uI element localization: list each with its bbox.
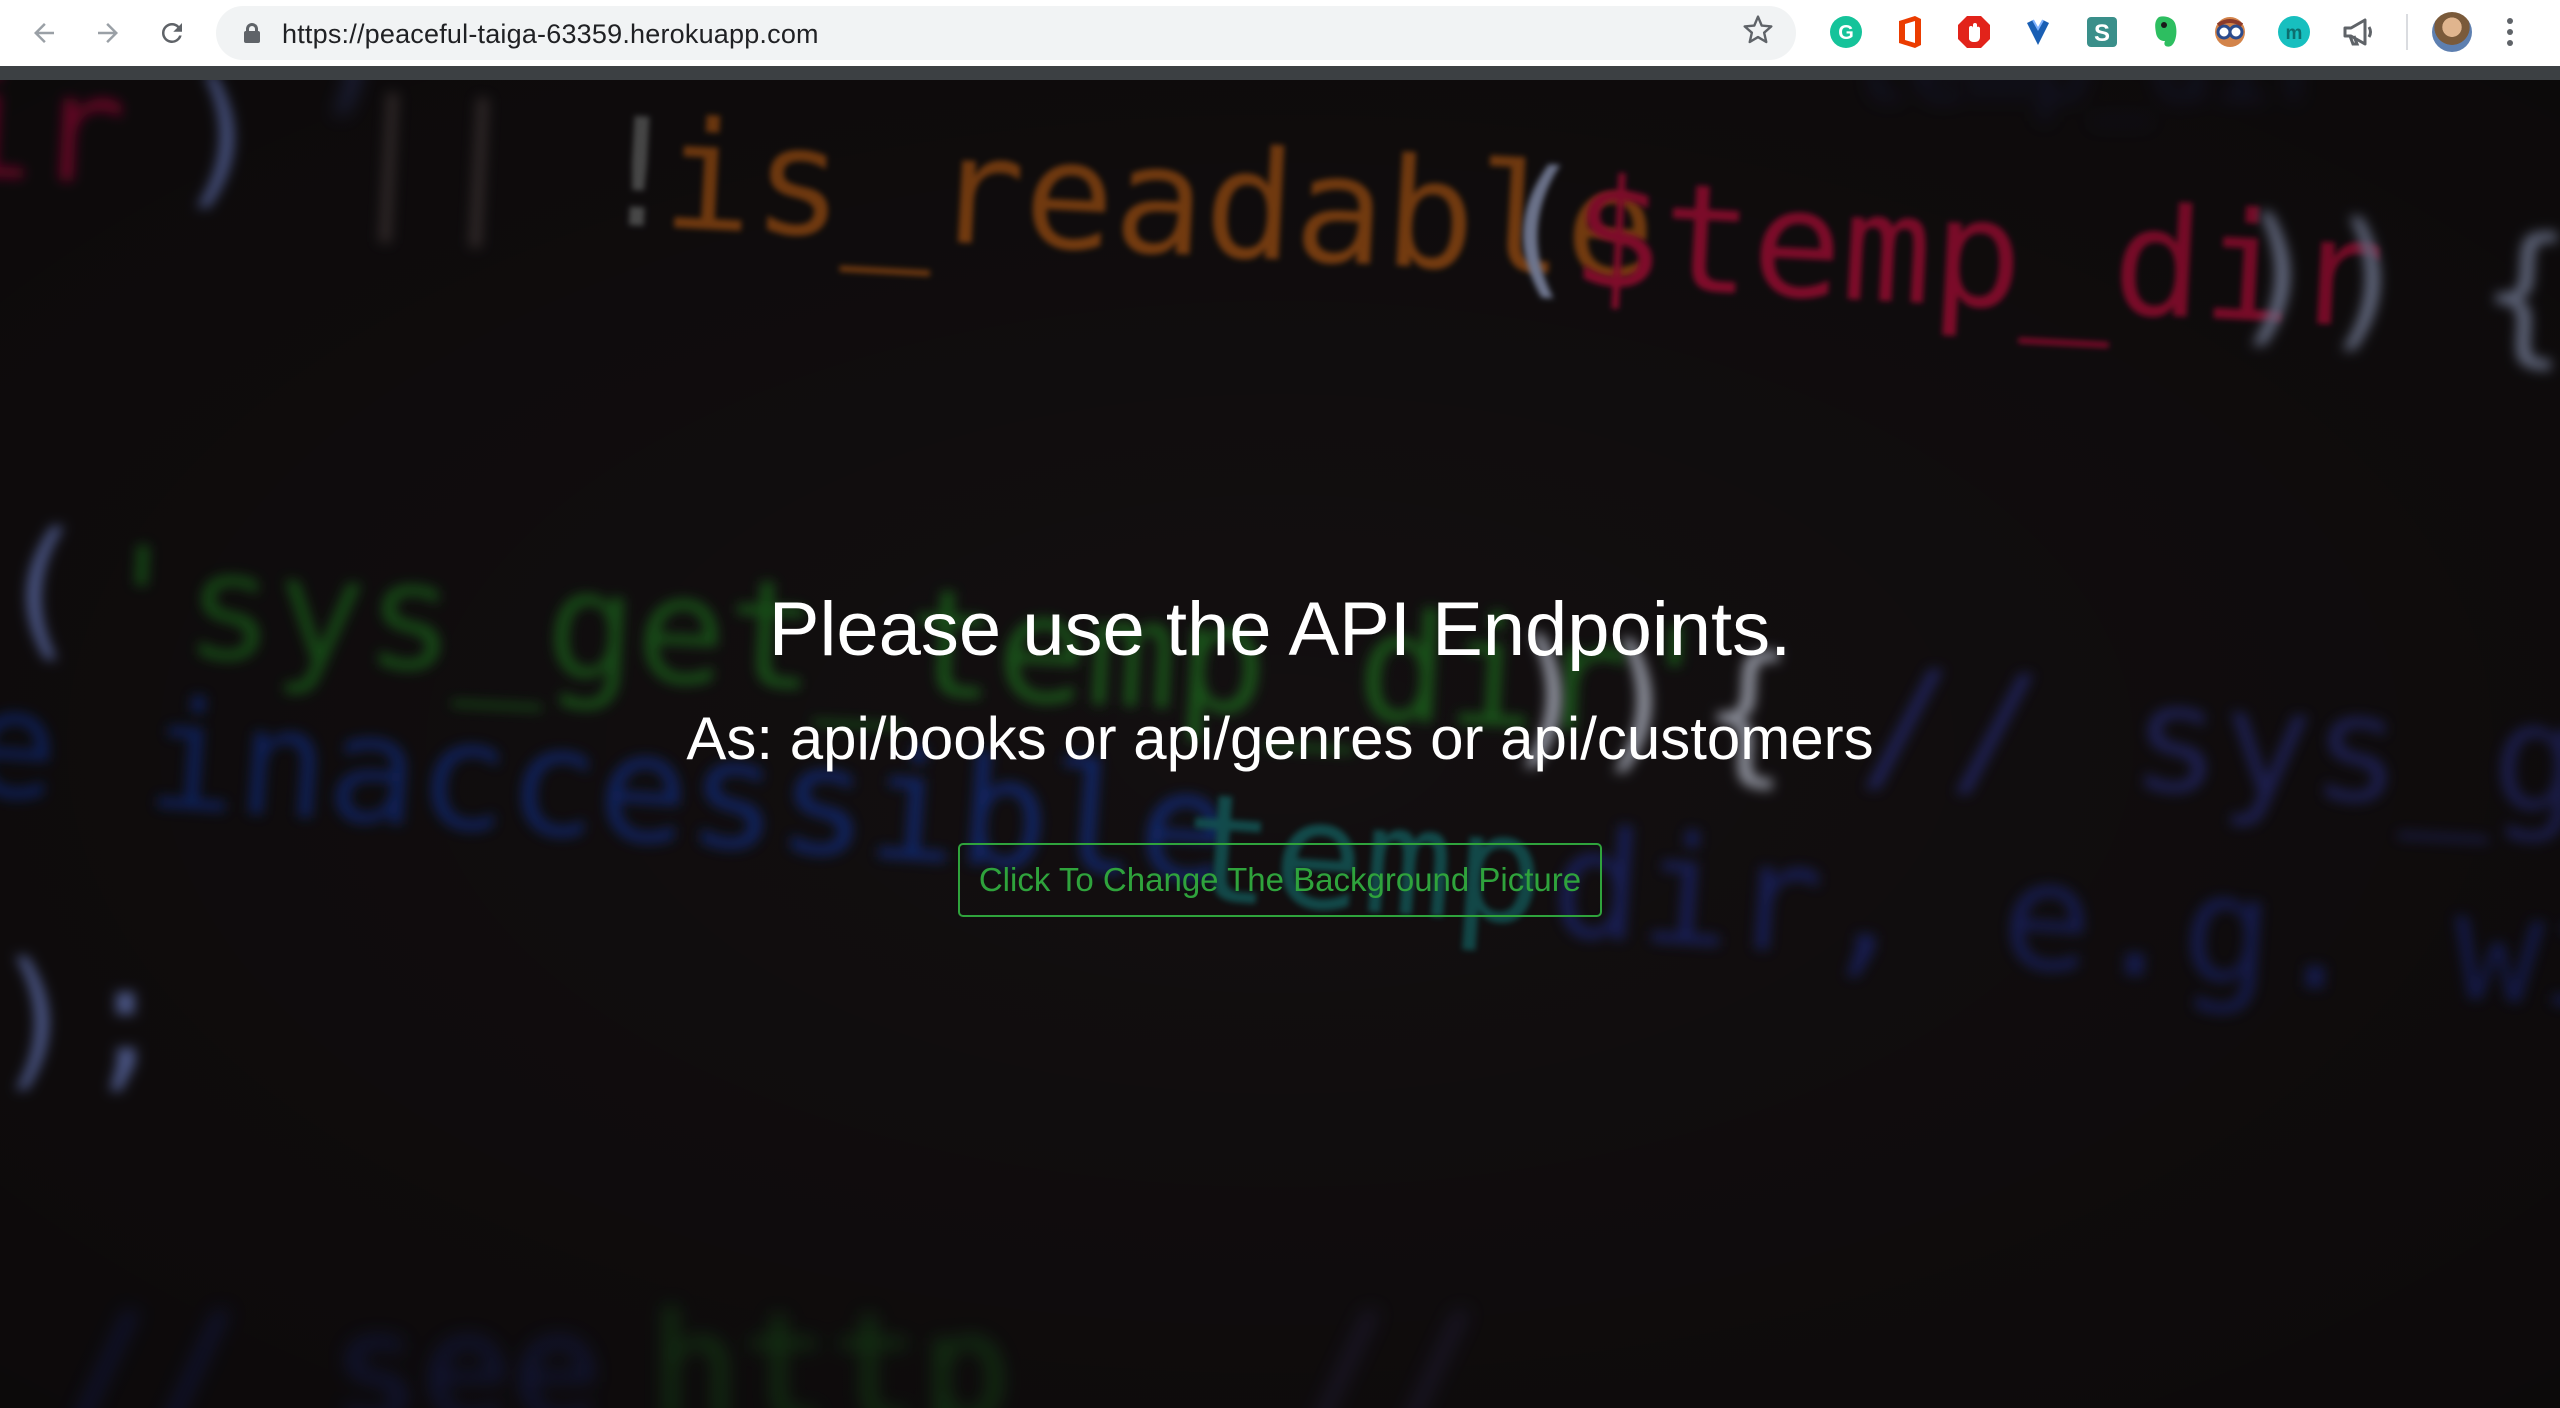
main-content: Please use the API Endpoints. As: api/bo… bbox=[0, 80, 2560, 1408]
megaphone-extension-icon[interactable] bbox=[2340, 14, 2376, 50]
lock-icon bbox=[244, 23, 260, 43]
mask-extension-icon[interactable] bbox=[2212, 14, 2248, 50]
evernote-extension-icon[interactable] bbox=[2148, 14, 2184, 50]
back-arrow-icon[interactable] bbox=[20, 9, 68, 57]
browser-menu-icon[interactable] bbox=[2500, 10, 2520, 54]
adblock-extension-icon[interactable] bbox=[1956, 14, 1992, 50]
toolbar-separator bbox=[2406, 14, 2408, 50]
svg-text:m: m bbox=[2286, 23, 2303, 44]
page-title: Please use the API Endpoints. bbox=[768, 587, 1792, 672]
heart-extension-icon[interactable] bbox=[2020, 14, 2056, 50]
forward-arrow-icon[interactable] bbox=[84, 9, 132, 57]
m-extension-icon[interactable]: m bbox=[2276, 14, 2312, 50]
grammarly-extension-icon[interactable]: G bbox=[1828, 14, 1864, 50]
profile-avatar[interactable] bbox=[2432, 12, 2472, 52]
svg-text:S: S bbox=[2094, 20, 2110, 47]
change-background-button[interactable]: Click To Change The Background Picture bbox=[958, 843, 1602, 917]
toolbar-bottom-border bbox=[0, 66, 2560, 80]
address-bar[interactable]: https://peaceful-taiga-63359.herokuapp.c… bbox=[216, 6, 1796, 60]
page-viewport: ") temp_dir ir ) || ! is_readable ( $tem… bbox=[0, 80, 2560, 1408]
svg-text:G: G bbox=[1838, 22, 1854, 44]
url-text: https://peaceful-taiga-63359.herokuapp.c… bbox=[282, 19, 819, 49]
office-extension-icon[interactable] bbox=[1892, 14, 1928, 50]
browser-toolbar: https://peaceful-taiga-63359.herokuapp.c… bbox=[0, 0, 2560, 66]
endpoint-examples: As: api/books or api/genres or api/custo… bbox=[686, 705, 1874, 772]
s-extension-icon[interactable]: S bbox=[2084, 14, 2120, 50]
bookmark-star-icon[interactable] bbox=[1742, 14, 1774, 52]
reload-icon[interactable] bbox=[148, 9, 196, 57]
